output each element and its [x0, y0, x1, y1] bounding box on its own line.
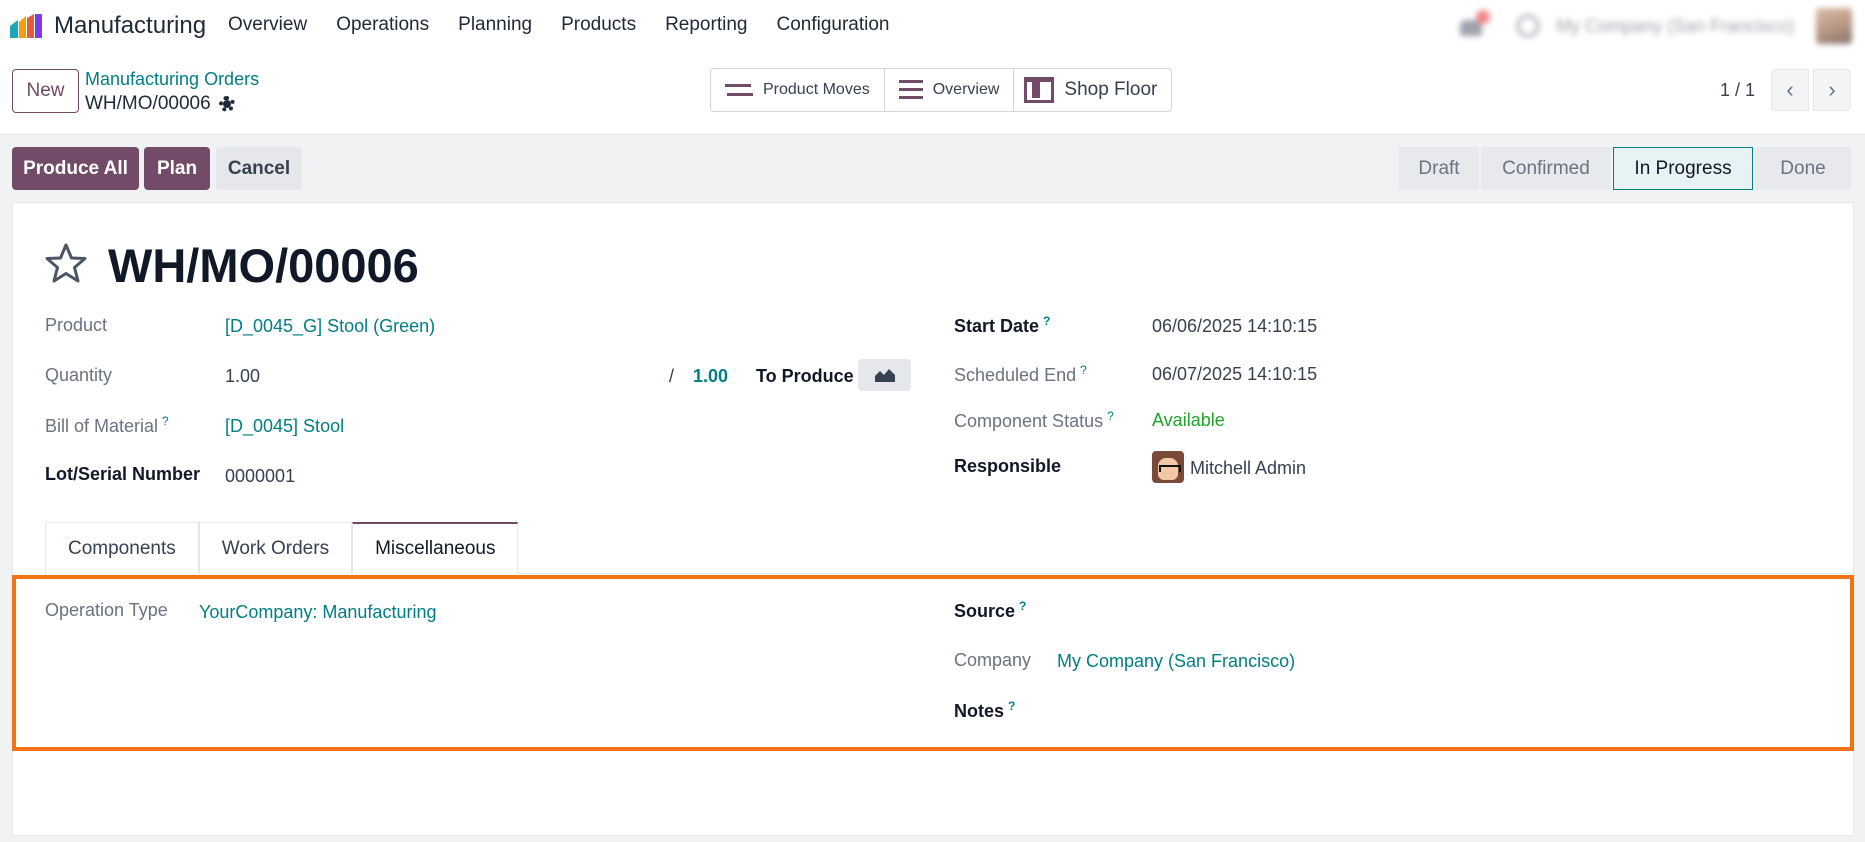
product-moves-button[interactable]: Product Moves	[711, 69, 885, 111]
menu-item-operations[interactable]: Operations	[336, 14, 429, 36]
start-date-field[interactable]: 06/06/2025 14:10:15	[1152, 316, 1317, 337]
overview-button[interactable]: Overview	[885, 69, 1015, 111]
breadcrumb-manufacturing-orders[interactable]: Manufacturing Orders	[85, 69, 259, 90]
lot-label: Lot/Serial Number	[45, 464, 201, 484]
star-icon[interactable]	[44, 242, 88, 286]
pager-value[interactable]: 1 / 1	[1720, 80, 1755, 101]
tab-miscellaneous[interactable]: Miscellaneous	[352, 522, 519, 574]
notebook-tabs: Components Work Orders Miscellaneous	[45, 522, 519, 574]
product-field[interactable]: [D_0045_G] Stool (Green)	[225, 316, 435, 337]
start-date-label: Start Date?	[954, 314, 1051, 336]
highlight-box	[12, 575, 1854, 751]
menu-item-configuration[interactable]: Configuration	[776, 14, 889, 36]
shop-floor-label: Shop Floor	[1064, 79, 1158, 100]
arrows-exchange-icon	[725, 80, 753, 100]
scheduled-end-label: Scheduled End?	[954, 363, 1087, 385]
debug-icon[interactable]	[1516, 14, 1540, 38]
area-chart-icon	[874, 369, 895, 382]
top-navbar: Manufacturing Overview Operations Planni…	[0, 0, 1865, 53]
chevron-right-icon[interactable]: ›	[1813, 69, 1851, 111]
manufacturing-app-icon[interactable]	[8, 12, 44, 40]
app-name[interactable]: Manufacturing	[54, 12, 206, 40]
stage-confirmed[interactable]: Confirmed	[1481, 147, 1611, 190]
quantity-label: Quantity	[45, 365, 113, 385]
produce-all-button[interactable]: Produce All	[12, 147, 139, 190]
company-switcher[interactable]: My Company (San Francisco)	[1556, 16, 1794, 37]
breadcrumb-current: WH/MO/00006	[85, 93, 235, 115]
record-title: WH/MO/00006	[108, 239, 419, 292]
menu-item-reporting[interactable]: Reporting	[665, 14, 747, 36]
new-button[interactable]: New	[12, 69, 79, 113]
status-bar: Draft Confirmed In Progress Done	[1399, 147, 1853, 190]
responsible-avatar	[1152, 451, 1184, 483]
stage-draft[interactable]: Draft	[1399, 147, 1479, 190]
menu-item-overview[interactable]: Overview	[228, 14, 307, 36]
stage-done[interactable]: Done	[1755, 147, 1851, 190]
shop-floor-button[interactable]: Shop Floor	[1014, 69, 1171, 111]
overview-label: Overview	[932, 81, 1000, 98]
responsible-field[interactable]: Mitchell Admin	[1190, 458, 1306, 479]
scheduled-end-field[interactable]: 06/07/2025 14:10:15	[1152, 364, 1317, 385]
forecast-button[interactable]	[858, 359, 911, 391]
component-status-label: Component Status?	[954, 409, 1114, 431]
chevron-left-icon[interactable]: ‹	[1771, 69, 1809, 111]
product-label: Product	[45, 315, 108, 335]
menu-item-products[interactable]: Products	[561, 14, 636, 36]
stage-in-progress[interactable]: In Progress	[1613, 147, 1753, 190]
responsible-label: Responsible	[954, 456, 1062, 476]
to-produce-label: To Produce	[756, 366, 854, 386]
activity-icon[interactable]	[1458, 10, 1490, 38]
menu-item-planning[interactable]: Planning	[458, 14, 532, 36]
plan-button[interactable]: Plan	[144, 147, 210, 190]
lot-field[interactable]: 0000001	[225, 466, 295, 487]
quantity-field[interactable]: 1.00	[225, 366, 260, 387]
smart-buttons: Product Moves Overview Shop Floor	[710, 68, 1173, 112]
component-status-value: Available	[1152, 410, 1225, 430]
bom-label: Bill of Material?	[45, 414, 169, 436]
tab-components[interactable]: Components	[45, 522, 199, 574]
list-icon	[898, 80, 923, 100]
bom-field[interactable]: [D_0045] Stool	[225, 416, 344, 437]
quantity-max: 1.00	[693, 366, 729, 386]
cancel-button[interactable]: Cancel	[216, 147, 302, 190]
user-avatar[interactable]	[1816, 8, 1852, 44]
tab-work-orders[interactable]: Work Orders	[198, 522, 353, 574]
record-name: WH/MO/00006	[85, 93, 211, 114]
product-moves-label: Product Moves	[763, 81, 870, 98]
shop-floor-icon	[1024, 77, 1055, 103]
control-panel: New Manufacturing Orders WH/MO/00006 Pro…	[0, 53, 1865, 135]
gear-icon[interactable]	[218, 96, 235, 112]
quantity-separator: /	[669, 366, 675, 386]
main-menu: Overview Operations Planning Products Re…	[228, 14, 890, 36]
